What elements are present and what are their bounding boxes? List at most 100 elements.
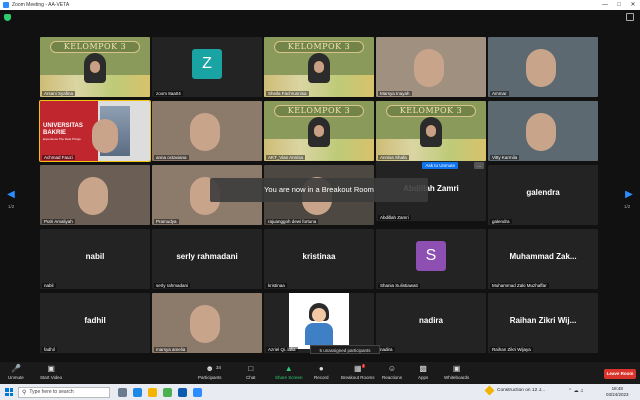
zoom-app-icon: [3, 2, 9, 8]
participant-name-label: Ammar: [490, 91, 509, 96]
participant-name-label: Annisa Shafa: [378, 155, 409, 160]
participant-tile[interactable]: Ammar: [488, 37, 598, 97]
close-icon[interactable]: ✕: [626, 0, 640, 10]
view-toggle-icon[interactable]: [626, 13, 634, 21]
participant-display-name: Raihan Zikri Wij...: [509, 316, 577, 325]
breakout-rooms-icon: ▦: [353, 364, 362, 373]
participant-display-name: nadira: [418, 316, 443, 325]
share-screen-button[interactable]: ▲ Share Screen: [275, 364, 303, 380]
participant-tile[interactable]: Raihan Zikri Wij... Raihan Zikri Wijaya: [488, 293, 598, 353]
participant-tile[interactable]: KELOMPOK 3 Sheila Fachrunnisa: [264, 37, 374, 97]
participant-display-name: nabil: [85, 252, 105, 261]
start-video-button[interactable]: ▣ Start Video: [40, 364, 62, 380]
next-page-icon[interactable]: ▶: [624, 190, 634, 200]
participants-count: 34: [216, 365, 222, 370]
participant-tile[interactable]: nabil nabil: [40, 229, 150, 289]
participant-tile[interactable]: UNIVERSITAS BAKRIE Experience The Real Th…: [39, 100, 151, 162]
participant-tile[interactable]: Putri Amaliyah: [40, 165, 150, 225]
prev-page-icon[interactable]: ◀: [6, 190, 16, 200]
chat-icon: □: [248, 364, 254, 373]
participant-name-label: Abdillah Zamri: [378, 215, 411, 220]
profile-illustration: [289, 293, 349, 349]
security-shield-icon[interactable]: [4, 14, 11, 21]
participant-name-label: Vitty Karmila: [490, 155, 520, 160]
participant-name-label: Shania Sulistiawati: [378, 283, 420, 288]
participant-display-name: serly rahmadani: [176, 252, 238, 261]
zoom-taskbar-icon[interactable]: [193, 387, 202, 397]
page-indicator-left: 1/2: [8, 204, 15, 209]
breakout-badge-icon: !: [362, 364, 365, 368]
taskbar-clock[interactable]: 18:48 03/24/2023: [606, 386, 629, 397]
slide-title: KELOMPOK 3: [63, 42, 127, 51]
participant-tile[interactable]: Azriel Qi..lalia: [264, 293, 374, 353]
avatar: Z: [192, 49, 222, 79]
taskbar-search-input[interactable]: ⚲ Type here to search: [18, 386, 110, 398]
participant-tile[interactable]: KELOMPOK 3 AKT_Vian Annisa: [264, 101, 374, 161]
participant-tile[interactable]: KELOMPOK 3 Arsani Syafina: [40, 37, 150, 97]
minimize-icon[interactable]: —: [598, 0, 612, 10]
window-controls: — □ ✕: [598, 0, 640, 10]
participant-name-label: zoom 8aa04: [154, 91, 183, 96]
whiteboards-button[interactable]: ▣ Whiteboards: [444, 364, 469, 380]
store-icon[interactable]: [178, 387, 187, 397]
unmute-button[interactable]: 🎤 Unmute: [8, 364, 24, 380]
participant-tile[interactable]: serly rahmadani serly rahmadani: [152, 229, 262, 289]
more-options-button[interactable]: ...: [474, 162, 484, 169]
record-button[interactable]: ● Record: [314, 364, 329, 380]
video-off-icon: ▣: [47, 364, 55, 373]
ask-to-unmute-button[interactable]: Ask to Unmute: [422, 162, 458, 169]
participant-tile[interactable]: nadira nadira: [376, 293, 486, 353]
edge-icon[interactable]: [133, 387, 142, 397]
participant-tile[interactable]: kristinaa kristinaa: [264, 229, 374, 289]
unassigned-participants-tooltip: 5 unassigned participants: [310, 345, 380, 354]
participant-tile[interactable]: marsya amelia: [152, 293, 262, 353]
participant-tile[interactable]: S Shania Sulistiawati: [376, 229, 486, 289]
chat-button[interactable]: □ Chat: [246, 364, 256, 380]
participant-name-label: Marsya Inayah: [378, 91, 412, 96]
participant-name-label: serly rahmadani: [154, 283, 191, 288]
participant-tile[interactable]: fadhil fadhil: [40, 293, 150, 353]
breakout-rooms-button[interactable]: ▦ Breakout Rooms: [341, 364, 375, 380]
slide-title: KELOMPOK 3: [399, 106, 463, 115]
apps-button[interactable]: ▩ Apps: [418, 364, 428, 380]
slide-title: KELOMPOK 3: [287, 42, 351, 51]
windows-start-icon[interactable]: [5, 388, 13, 396]
task-view-icon[interactable]: [118, 387, 127, 397]
meeting-toolbar: 🎤 Unmute ▣ Start Video ☻ Participants 34…: [0, 362, 640, 384]
participant-name-label: Putri Amaliyah: [42, 219, 75, 224]
participant-name-label: Achmad Fauzi: [42, 155, 75, 160]
smiley-icon: ☺: [387, 364, 397, 373]
participants-icon: ☻: [205, 364, 214, 373]
participant-tile[interactable]: anna octaviana: [152, 101, 262, 161]
participant-display-name: kristinaa: [302, 252, 336, 261]
file-explorer-icon[interactable]: [148, 387, 157, 397]
leave-room-button[interactable]: Leave Room: [604, 369, 636, 379]
participant-tile[interactable]: Marsya Inayah: [376, 37, 486, 97]
participant-tile[interactable]: Vitty Karmila: [488, 101, 598, 161]
participant-name-label: nabil: [42, 283, 56, 288]
chrome-icon[interactable]: [163, 387, 172, 397]
maximize-icon[interactable]: □: [612, 0, 626, 10]
reactions-button[interactable]: ☺ Reactions: [382, 364, 402, 380]
participant-video: [190, 113, 220, 151]
participant-tile[interactable]: galendra galendra: [488, 165, 598, 225]
participant-name-label: anna octaviana: [154, 155, 189, 160]
participant-video: [308, 53, 330, 83]
system-tray-icon[interactable]: ⌃ ☁ ♫: [568, 388, 584, 394]
participant-tile[interactable]: Zzoom 8aa04: [152, 37, 262, 97]
share-screen-icon: ▲: [284, 364, 293, 373]
participant-tile[interactable]: Muhammad Zak... Muhammad Zaki Muzhaffar: [488, 229, 598, 289]
participant-name-label: Muhammad Zaki Muzhaffar: [490, 283, 549, 288]
participant-name-label: galendra: [490, 219, 512, 224]
title-bar: Zoom Meeting - AA-VETA — □ ✕: [0, 0, 640, 10]
participant-name-label: Raihan Zikri Wijaya: [490, 347, 533, 352]
participant-video: [92, 119, 118, 153]
participant-tile[interactable]: KELOMPOK 3 Annisa Shafa: [376, 101, 486, 161]
weather-widget[interactable]: Construction on 12 J...: [484, 385, 545, 396]
participant-video: [414, 49, 444, 87]
zoom-window: Zoom Meeting - AA-VETA — □ ✕ KELOMPOK 3 A…: [0, 0, 640, 400]
participant-name-label: fadhil: [42, 347, 57, 352]
participant-video: [84, 53, 106, 83]
participant-name-label: kristinaa: [266, 283, 287, 288]
taskbar-apps: [118, 387, 202, 397]
